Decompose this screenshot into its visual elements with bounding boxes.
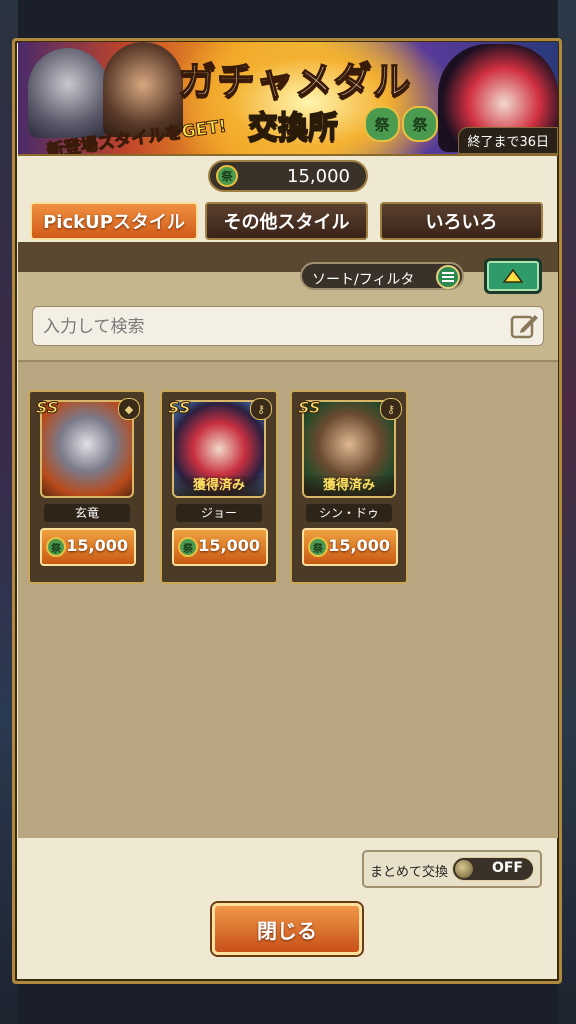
owned-label: 獲得済み (304, 476, 394, 496)
event-time-remaining: 終了まで36日 (458, 127, 558, 154)
tab-divider (18, 242, 558, 272)
bulk-exchange-toggle[interactable]: OFF (452, 857, 534, 881)
edit-icon[interactable] (509, 311, 539, 341)
event-banner: ガチャメダル 交換所 祭 祭 新登場スタイルをGET! 終了まで36日 (18, 42, 558, 156)
medal-icon: 祭 (178, 537, 198, 557)
banner-medal-icons: 祭 祭 (364, 106, 438, 142)
item-card[interactable]: SS ◆ 玄竜 祭 15,000 (28, 390, 146, 584)
element-icon: ◆ (118, 398, 140, 420)
item-card[interactable]: 獲得済み SS ⚷ ジョー 祭 15,000 (160, 390, 278, 584)
tab-other-style[interactable]: その他スタイル (205, 202, 368, 240)
banner-character-dragon (28, 48, 108, 138)
search-input[interactable] (41, 311, 505, 343)
medal-icon: 祭 (46, 537, 66, 557)
item-price: 15,000 (198, 536, 260, 555)
medal-balance: 祭 15,000 (208, 160, 368, 192)
item-name: ジョー (176, 504, 262, 522)
rank-badge: SS (35, 398, 59, 418)
menu-icon (436, 265, 460, 289)
exchange-price-button[interactable]: 祭 15,000 (302, 528, 398, 566)
owned-label: 獲得済み (174, 476, 264, 496)
medal-icon: 祭 (364, 106, 400, 142)
collapse-filter-button[interactable] (484, 258, 542, 294)
exchange-price-button[interactable]: 祭 15,000 (40, 528, 136, 566)
medal-icon: 祭 (402, 106, 438, 142)
exchange-price-button[interactable]: 祭 15,000 (172, 528, 268, 566)
rank-badge: SS (297, 398, 321, 418)
item-price: 15,000 (328, 536, 390, 555)
banner-subtitle: 交換所 (247, 109, 339, 146)
toggle-state: OFF (491, 860, 523, 876)
medal-icon: 祭 (308, 537, 328, 557)
triangle-up-icon (503, 269, 523, 283)
bulk-exchange-label: まとめて交換 (370, 865, 449, 880)
sort-filter-label: ソート/フィルタ (312, 272, 415, 288)
sort-filter-button[interactable]: ソート/フィルタ (300, 262, 464, 290)
bulk-exchange-control: まとめて交換 OFF (362, 850, 542, 888)
medal-balance-amount: 15,000 (287, 166, 350, 187)
item-name: シン・ドゥ (306, 504, 392, 522)
key-icon: ⚷ (380, 398, 402, 420)
item-name: 玄竜 (44, 504, 130, 522)
item-price: 15,000 (66, 536, 128, 555)
banner-title: ガチャメダル (177, 58, 412, 104)
medal-icon: 祭 (216, 165, 238, 187)
close-button[interactable]: 閉じる (212, 903, 362, 955)
toggle-knob (455, 860, 473, 878)
tab-misc[interactable]: いろいろ (380, 202, 543, 240)
item-card[interactable]: 獲得済み SS ⚷ シン・ドゥ 祭 15,000 (290, 390, 408, 584)
key-icon: ⚷ (250, 398, 272, 420)
search-box[interactable] (32, 306, 544, 346)
rank-badge: SS (167, 398, 191, 418)
tab-pickup-style[interactable]: PickUPスタイル (30, 202, 198, 240)
